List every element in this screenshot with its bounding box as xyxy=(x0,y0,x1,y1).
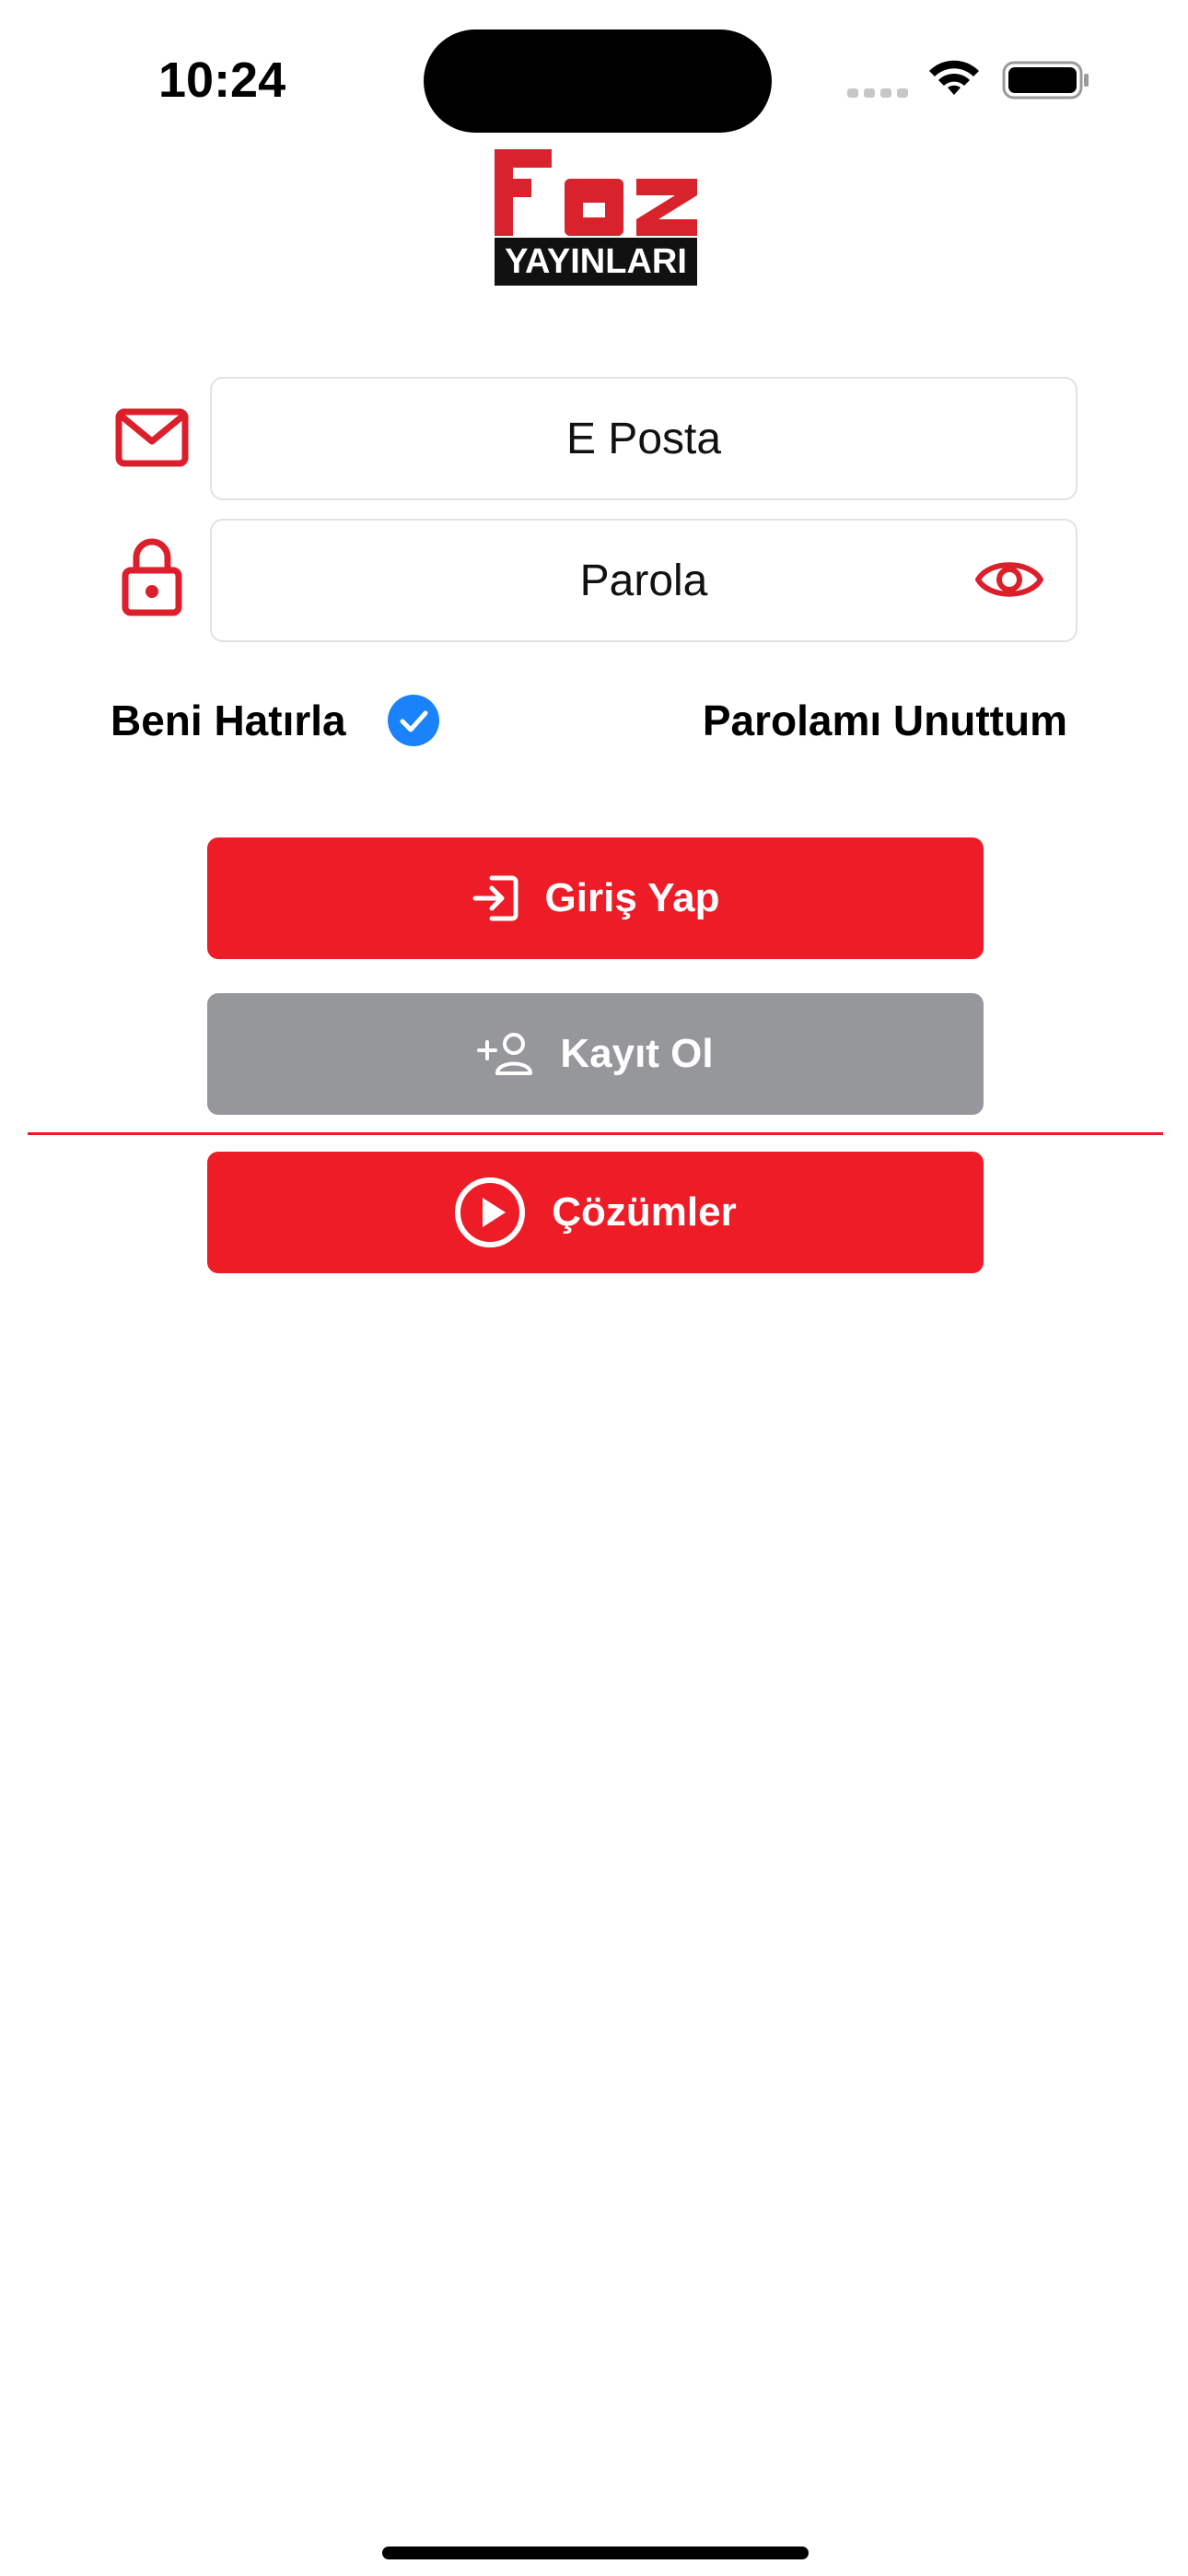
remember-me-label: Beni Hatırla xyxy=(111,697,346,744)
mail-icon xyxy=(115,408,189,467)
register-button[interactable]: Kayıt Ol xyxy=(207,993,984,1115)
faz-logo xyxy=(495,149,697,236)
password-field[interactable] xyxy=(210,519,1077,642)
eye-icon[interactable] xyxy=(974,553,1044,606)
status-time: 10:24 xyxy=(158,53,286,108)
divider-line xyxy=(28,1132,1163,1135)
lock-icon xyxy=(122,538,182,616)
login-button[interactable]: Giriş Yap xyxy=(207,837,984,959)
wifi-icon xyxy=(929,60,979,95)
dynamic-island xyxy=(424,29,772,133)
login-button-label: Giriş Yap xyxy=(544,875,720,920)
register-button-label: Kayıt Ol xyxy=(560,1031,714,1076)
forgot-password-link[interactable]: Parolamı Unuttum xyxy=(703,693,1067,748)
email-field[interactable] xyxy=(210,377,1077,500)
cellular-signal-icon xyxy=(847,88,908,98)
login-arrow-icon xyxy=(472,875,518,921)
solutions-button-label: Çözümler xyxy=(552,1189,737,1235)
logo-subtitle: YAYINLARI xyxy=(495,238,697,286)
play-circle-icon xyxy=(455,1177,526,1247)
add-user-icon xyxy=(477,1033,533,1075)
home-indicator xyxy=(382,2547,809,2559)
checkmark-circle-icon[interactable] xyxy=(387,694,440,747)
battery-icon xyxy=(1002,61,1089,100)
solutions-button[interactable]: Çözümler xyxy=(207,1152,984,1273)
